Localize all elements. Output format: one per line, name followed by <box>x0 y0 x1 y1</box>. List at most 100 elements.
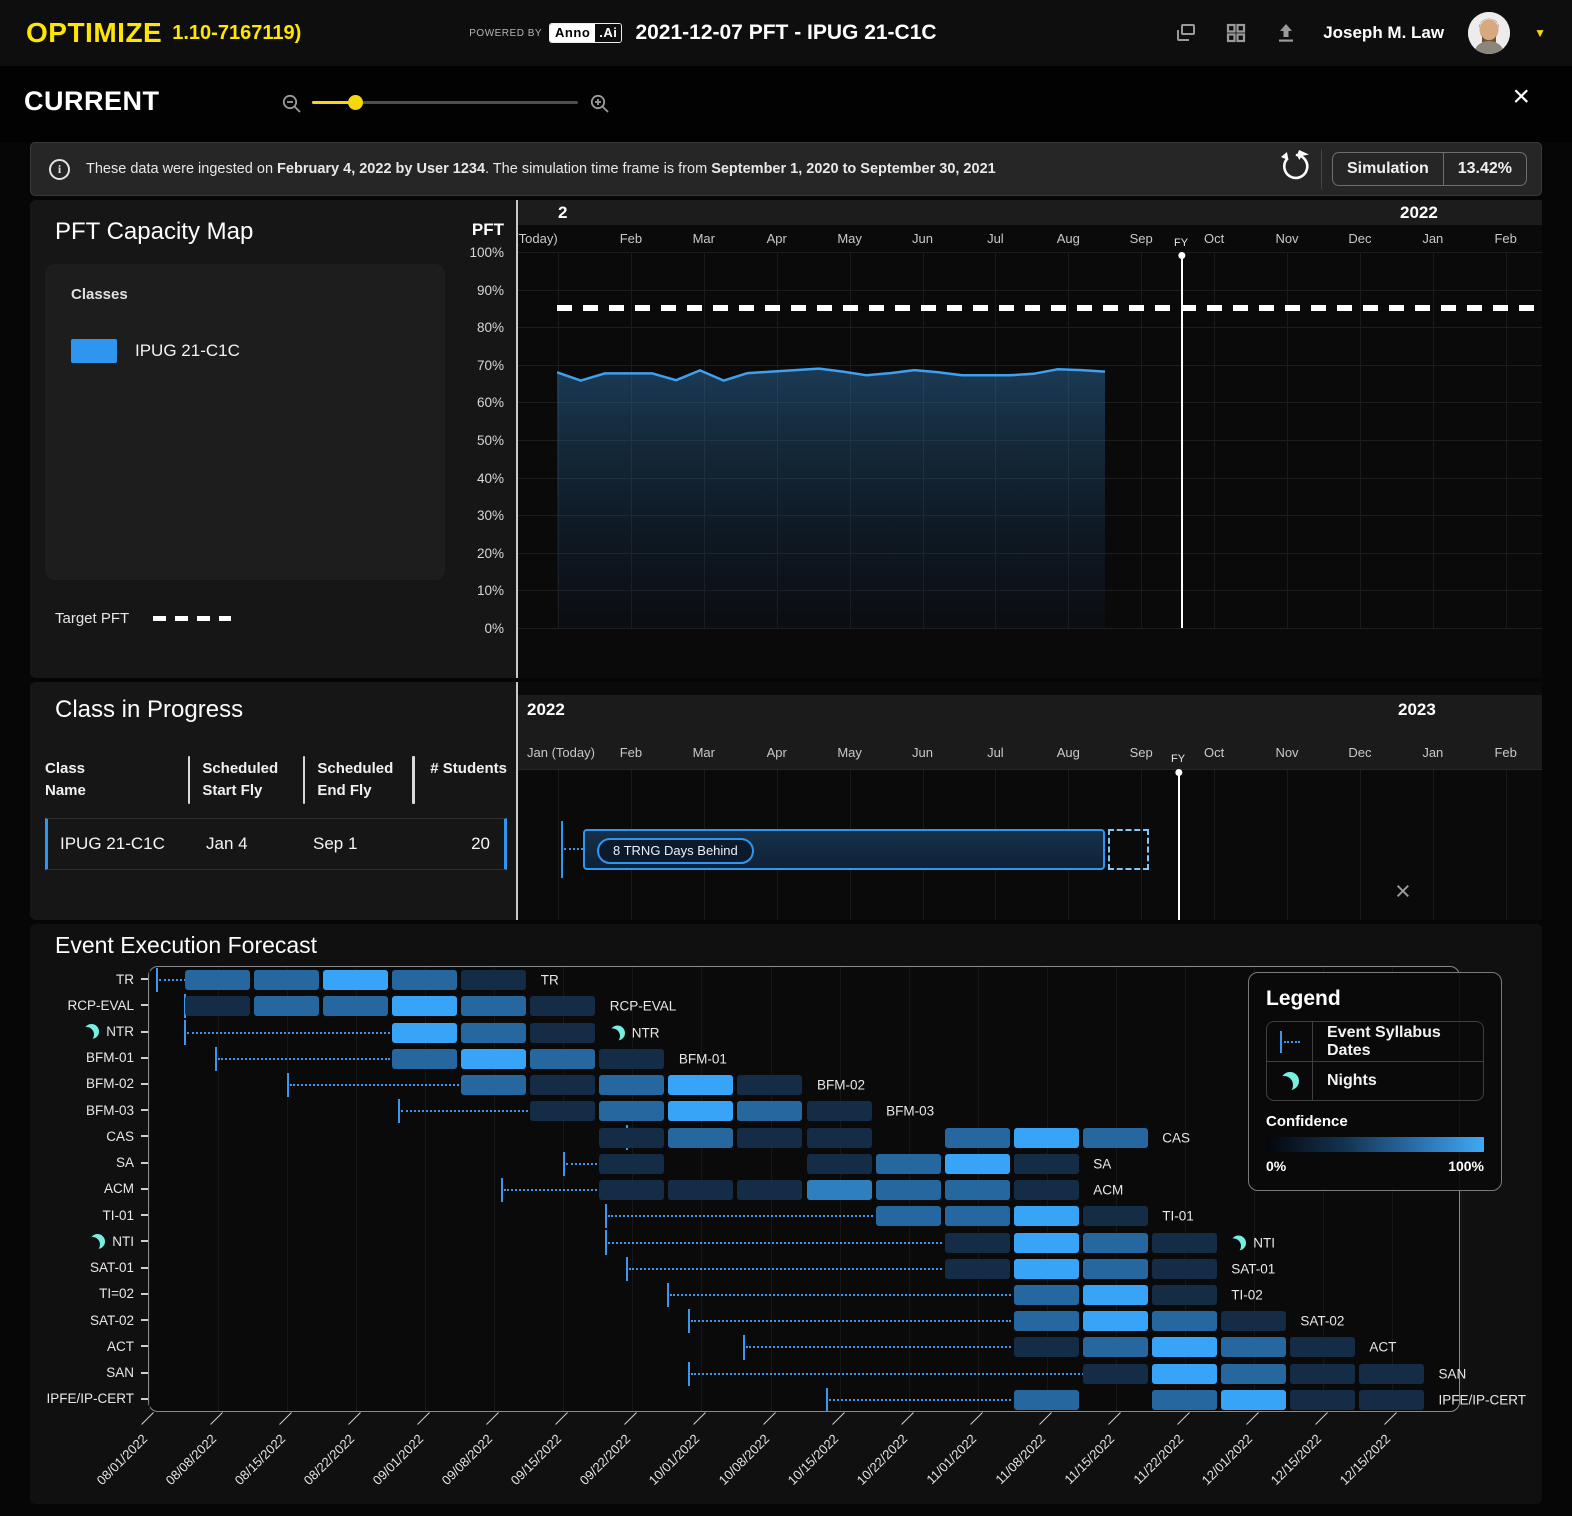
avatar[interactable] <box>1468 12 1510 54</box>
y-axis-tick: 80% <box>477 320 504 335</box>
confidence-bar-segment <box>599 1101 664 1121</box>
date-tick-label: 10/01/2022 <box>623 1431 703 1511</box>
rerun-simulation-icon[interactable] <box>1278 149 1322 189</box>
y-axis-tick: 100% <box>469 245 504 260</box>
confidence-bar-segment <box>1359 1390 1424 1410</box>
class-legend-item[interactable]: IPUG 21-C1C <box>71 339 419 363</box>
caret-down-icon[interactable]: ▼ <box>1534 26 1546 40</box>
axis-tick <box>141 1372 148 1374</box>
timeline-header-strip <box>518 695 1542 770</box>
forecast-legend: Legend Event Syllabus Dates Nights Confi… <box>1248 972 1502 1191</box>
month-label: Mar <box>693 745 715 760</box>
class-table-row[interactable]: IPUG 21-C1C Jan 4 Sep 1 20 <box>45 818 507 870</box>
moon-icon <box>1267 1062 1313 1100</box>
grid-line <box>1506 770 1507 920</box>
month-label: Feb <box>620 745 642 760</box>
forecast-row-end-label: ACM <box>1093 1183 1123 1198</box>
confidence-bar-segment <box>1221 1364 1286 1384</box>
row-label-text: NTR <box>106 1024 134 1039</box>
class-in-progress-section: Class in Progress Class NameScheduled St… <box>30 682 1542 920</box>
class-table-header: Class NameScheduled Start FlyScheduled E… <box>45 756 507 804</box>
grid-icon[interactable] <box>1223 20 1249 46</box>
training-days-behind-badge: 8 TRNG Days Behind <box>597 838 754 864</box>
confidence-bar-segment <box>668 1075 733 1095</box>
slider-thumb[interactable] <box>348 95 363 110</box>
confidence-bar-segment <box>254 970 319 990</box>
upload-icon[interactable] <box>1273 20 1299 46</box>
confidence-bar-segment <box>945 1154 1010 1174</box>
y-axis-tick: 40% <box>477 471 504 486</box>
grid-line <box>356 967 357 1411</box>
year-strip <box>518 200 1542 225</box>
forecast-row-end-label: SAN <box>1439 1366 1467 1381</box>
date-tick-label: 09/22/2022 <box>554 1431 634 1511</box>
close-icon[interactable]: × <box>1512 82 1530 112</box>
cell-class-name: IPUG 21-C1C <box>48 834 206 854</box>
timeline-zoom-slider <box>281 90 611 120</box>
syllabus-tick <box>563 1152 565 1176</box>
syllabus-tick <box>826 1388 828 1412</box>
axis-tick <box>1315 1412 1328 1425</box>
confidence-bar-segment <box>530 1023 595 1043</box>
forecast-row-label: TR <box>116 966 148 992</box>
row-label-text: BFM-01 <box>86 1050 134 1065</box>
column-divider <box>188 756 190 804</box>
confidence-bar-segment <box>945 1206 1010 1226</box>
forecast-row-end-label: RCP-EVAL <box>610 999 677 1014</box>
row-end-label-text: CAS <box>1162 1130 1190 1145</box>
slider-track[interactable] <box>312 101 578 104</box>
simulation-label: Simulation <box>1333 153 1443 185</box>
month-label: (Today) <box>518 231 558 246</box>
date-tick-label: 08/15/2022 <box>208 1431 288 1511</box>
syllabus-dates-icon <box>1267 1022 1313 1061</box>
y-axis-tick: 70% <box>477 358 504 373</box>
forecast-row-end-label: TI-01 <box>1162 1209 1194 1224</box>
month-label: Apr <box>767 745 787 760</box>
date-tick-label: 09/01/2022 <box>347 1431 427 1511</box>
view-title: CURRENT <box>24 86 160 117</box>
confidence-bar-segment <box>599 1128 664 1148</box>
date-tick-label: 08/08/2022 <box>139 1431 219 1511</box>
axis-tick <box>210 1412 223 1425</box>
forecast-row-end-label: BFM-03 <box>886 1104 934 1119</box>
syllabus-dotted-line <box>829 1399 1011 1401</box>
axis-tick <box>417 1412 430 1425</box>
syllabus-dotted-line <box>691 1373 1084 1375</box>
windows-icon[interactable] <box>1173 20 1199 46</box>
simulation-value: 13.42% <box>1443 153 1526 185</box>
confidence-bar-segment <box>392 996 457 1016</box>
confidence-bar-segment <box>1290 1364 1355 1384</box>
forecast-row-end-label: IPFE/IP-CERT <box>1439 1392 1527 1407</box>
dismiss-icon[interactable]: × <box>1395 878 1411 905</box>
y-axis-tick: 50% <box>477 433 504 448</box>
axis-tick <box>141 1398 148 1400</box>
axis-tick <box>763 1412 776 1425</box>
completion-confidence-box <box>1108 829 1149 870</box>
ingest-info-banner: i These data were ingested on February 4… <box>30 142 1542 196</box>
row-label-text: SA <box>116 1155 134 1170</box>
zoom-in-icon[interactable] <box>589 93 611 115</box>
forecast-row-label: ACM <box>104 1176 148 1202</box>
date-tick-label: 11/08/2022 <box>968 1431 1048 1511</box>
row-label-text: RCP-EVAL <box>67 998 134 1013</box>
syllabus-dotted-line <box>629 1268 943 1270</box>
axis-tick <box>141 1109 148 1111</box>
syllabus-dotted-line <box>608 1242 942 1244</box>
moon-icon <box>84 1024 99 1039</box>
row-end-label-text: BFM-01 <box>679 1051 727 1066</box>
confidence-bar-segment <box>1014 1337 1079 1357</box>
confidence-bar-segment <box>876 1206 941 1226</box>
class-color-swatch <box>71 339 117 363</box>
anno-logo-left: Anno <box>550 24 595 42</box>
anno-ai-logo: Anno .Ai <box>549 23 622 43</box>
confidence-bar-segment <box>876 1154 941 1174</box>
forecast-row-label: BFM-02 <box>86 1071 148 1097</box>
y-axis-tick: 0% <box>484 621 504 636</box>
confidence-bar-segment <box>392 1023 457 1043</box>
confidence-bar-segment <box>1014 1206 1079 1226</box>
confidence-bar-segment <box>1083 1206 1148 1226</box>
class-schedule-bar[interactable]: 8 TRNG Days Behind <box>583 829 1105 870</box>
zoom-out-icon[interactable] <box>281 93 303 115</box>
syllabus-start-tick <box>561 821 563 878</box>
row-end-label-text: ACT <box>1369 1340 1396 1355</box>
